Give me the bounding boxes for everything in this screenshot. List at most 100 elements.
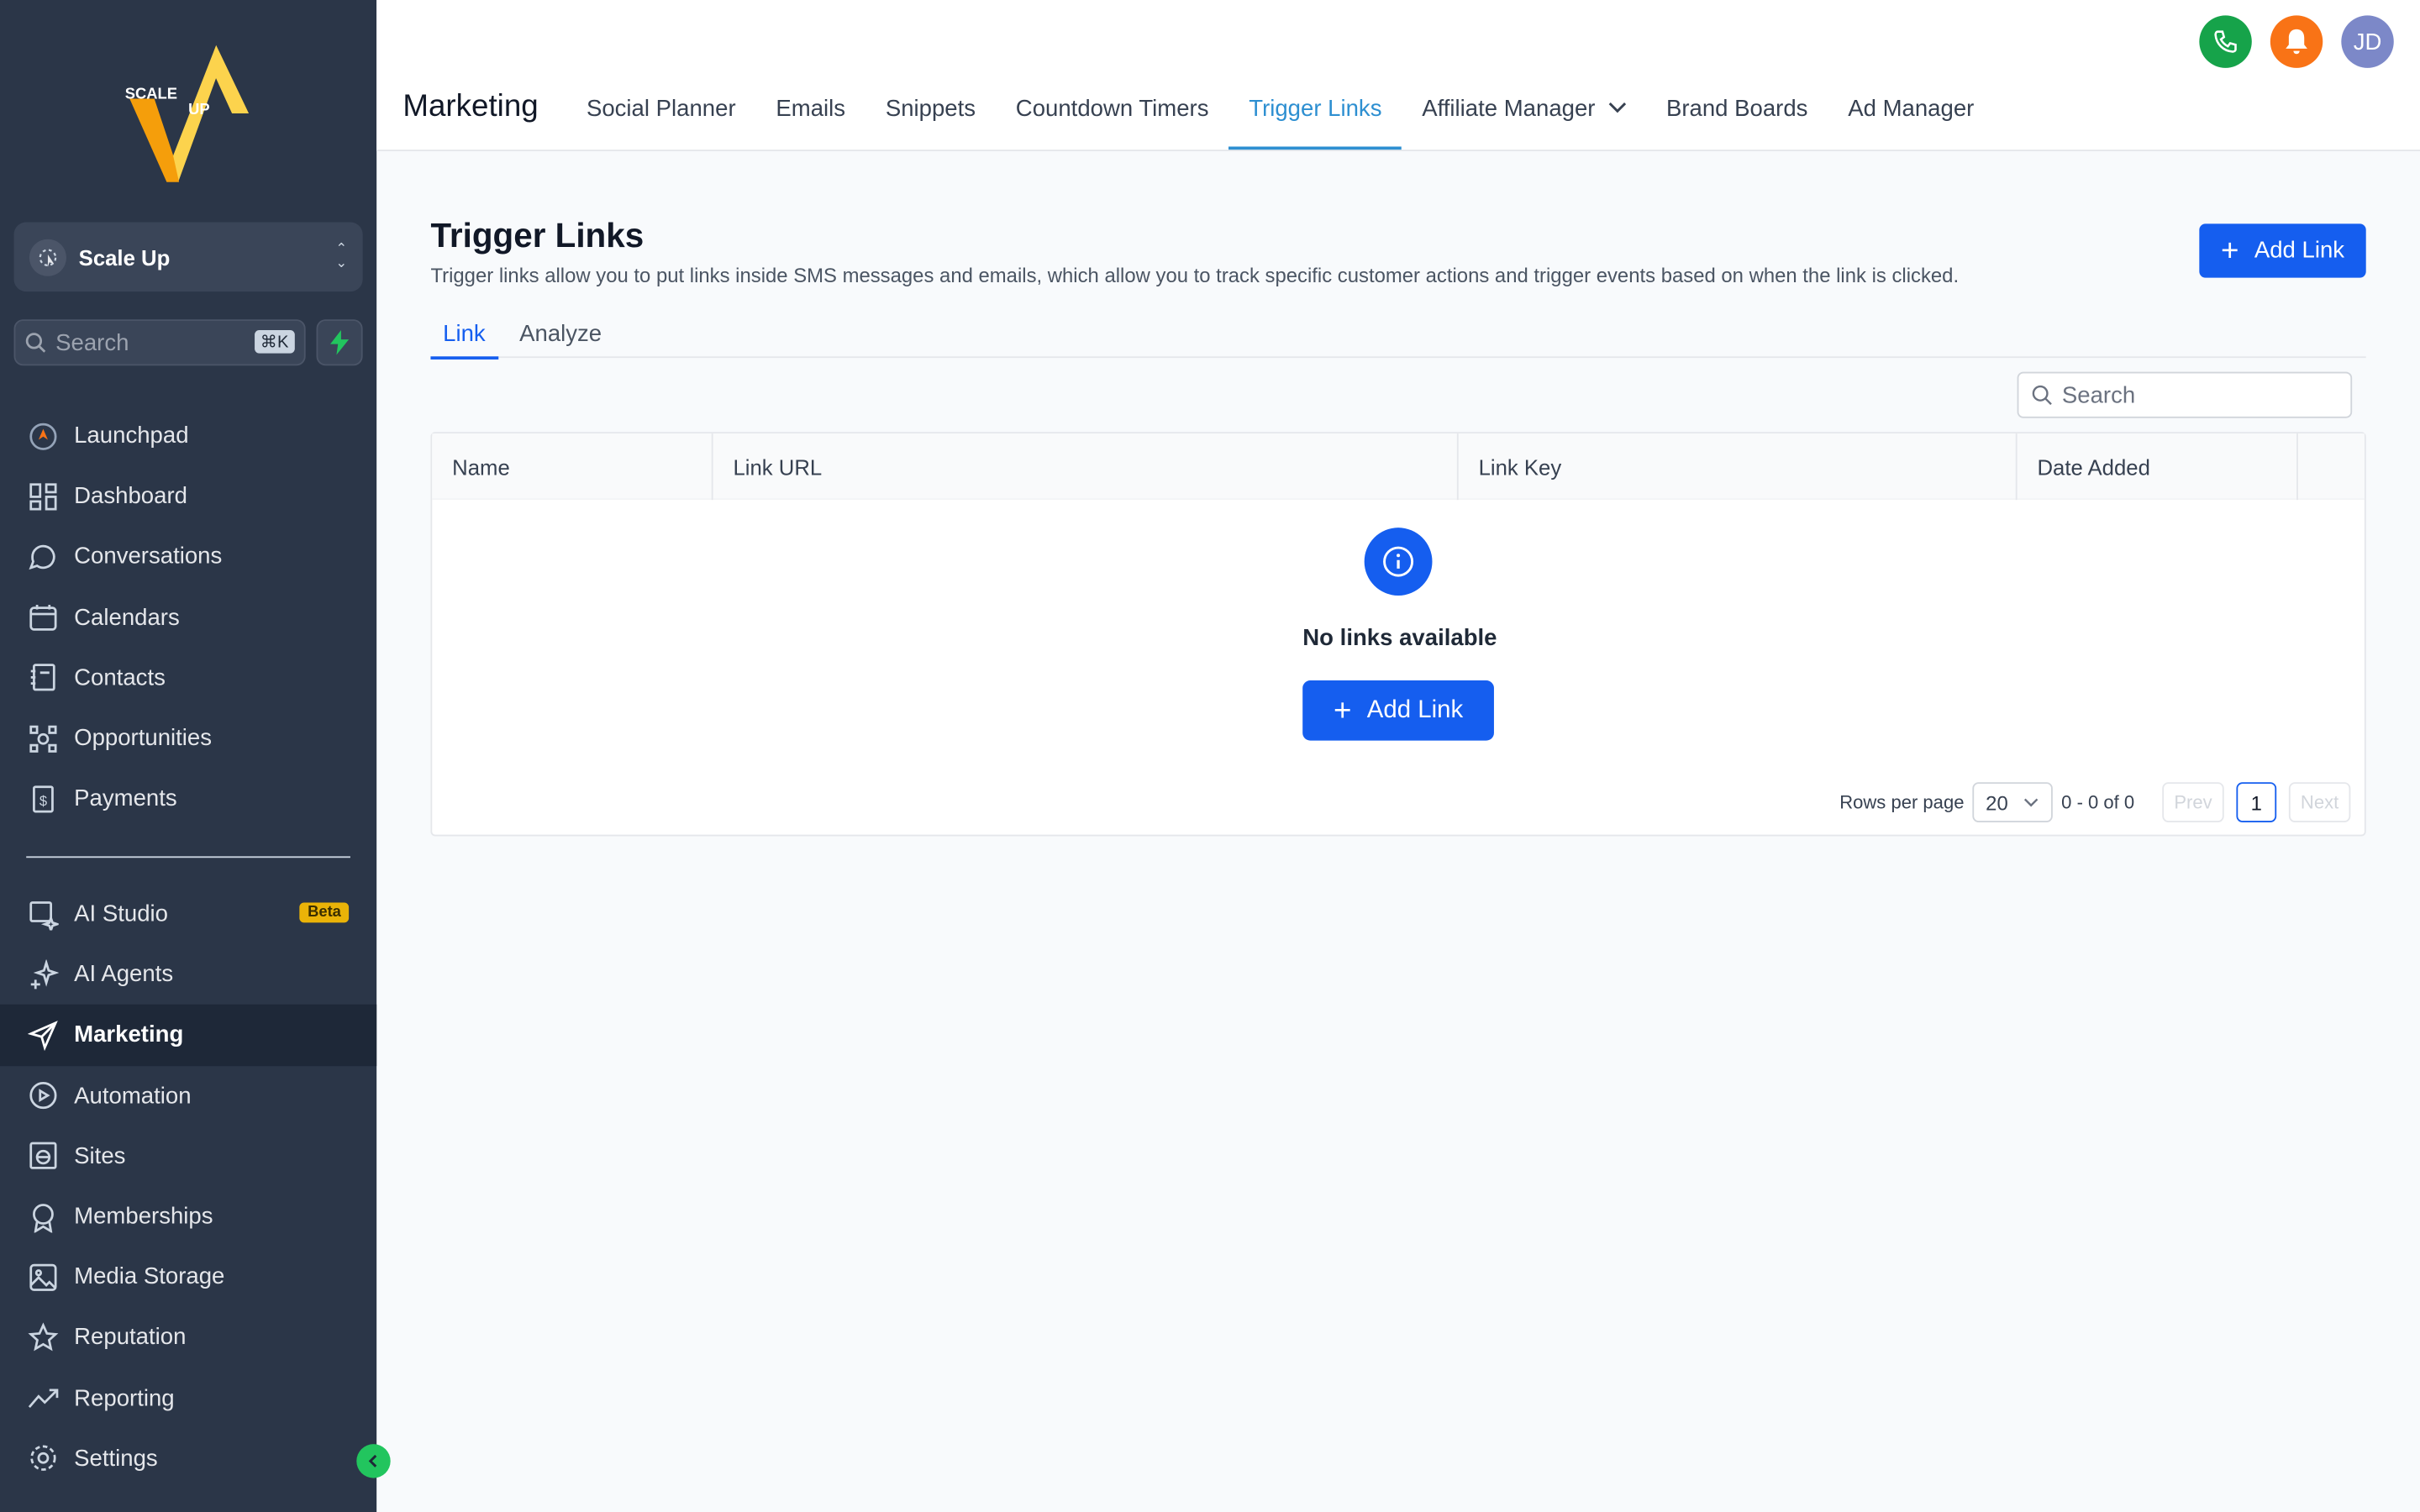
sidebar-item-label: Memberships (74, 1203, 213, 1230)
sidebar-item-label: Reputation (74, 1324, 187, 1351)
phone-button[interactable] (2199, 15, 2252, 68)
links-search-input[interactable]: Search (2017, 371, 2353, 418)
sidebar-item-launchpad[interactable]: Launchpad (0, 406, 376, 466)
chevron-left-icon (368, 1454, 377, 1467)
top-header: Marketing Social Planner Emails Snippets… (376, 0, 2420, 151)
sidebar-item-settings[interactable]: Settings (0, 1428, 376, 1488)
calendar-icon (28, 602, 59, 633)
page-title: Trigger Links (430, 216, 644, 255)
column-name[interactable]: Name (432, 433, 713, 501)
account-avatar-icon (29, 238, 66, 276)
sidebar-item-label: Media Storage (74, 1263, 225, 1290)
info-icon (1364, 528, 1433, 596)
prev-page-button[interactable]: Prev (2162, 782, 2224, 822)
section-title: Marketing (402, 89, 539, 123)
pagination: Rows per page 20 0 - 0 of 0 Prev 1 Next (1839, 782, 2351, 822)
tab-label: Trigger Links (1249, 95, 1382, 123)
sidebar-search-input[interactable]: Search ⌘K (13, 319, 306, 366)
automation-icon (28, 1080, 59, 1111)
rows-per-page-select[interactable]: 20 (1971, 782, 2053, 822)
button-label: Add Link (1366, 696, 1464, 723)
user-avatar[interactable]: JD (2341, 15, 2394, 68)
sidebar-item-conversations[interactable]: Conversations (0, 527, 376, 587)
sidebar-item-calendars[interactable]: Calendars (0, 587, 376, 648)
quick-actions-button[interactable] (316, 319, 363, 366)
chevron-down-icon (2023, 795, 2039, 810)
sidebar-item-media-storage[interactable]: Media Storage (0, 1247, 376, 1307)
sidebar-item-label: Payments (74, 785, 177, 812)
tab-analyze[interactable]: Analyze (507, 318, 613, 358)
sidebar-item-label: Contacts (74, 664, 166, 691)
tab-trigger-links[interactable]: Trigger Links (1228, 83, 1402, 151)
sidebar-item-label: Reporting (74, 1384, 175, 1411)
sidebar-item-ai-agents[interactable]: AI Agents (0, 944, 376, 1005)
sparkle-icon (28, 959, 59, 990)
brand-logo[interactable]: SCALE UP (120, 34, 253, 185)
notifications-button[interactable] (2270, 15, 2323, 68)
empty-add-link-button[interactable]: + Add Link (1302, 680, 1494, 741)
tab-ad-manager[interactable]: Ad Manager (1828, 83, 1994, 151)
add-link-button[interactable]: + Add Link (2199, 223, 2366, 278)
trend-icon (28, 1383, 59, 1414)
marketing-tabs: Social Planner Emails Snippets Countdown… (566, 83, 1994, 151)
pagination-range: 0 - 0 of 0 (2061, 791, 2135, 813)
search-placeholder: Search (2061, 381, 2136, 408)
tab-label: Social Planner (586, 95, 736, 123)
tab-brand-boards[interactable]: Brand Boards (1646, 83, 1828, 151)
view-tabs: Link Analyze (430, 318, 2366, 360)
plus-icon: + (2220, 234, 2239, 268)
collapse-sidebar-button[interactable] (356, 1444, 391, 1478)
sidebar-item-label: Automation (74, 1082, 192, 1109)
payments-icon: $ (28, 784, 59, 815)
sidebar-item-automation[interactable]: Automation (0, 1065, 376, 1126)
tab-label: Ad Manager (1848, 95, 1975, 123)
tab-snippets[interactable]: Snippets (865, 83, 996, 151)
page-description: Trigger links allow you to put links ins… (430, 264, 1960, 287)
account-switcher[interactable]: Scale Up ⌃ ⌄ (13, 222, 363, 292)
image-icon (28, 1262, 59, 1293)
sidebar-item-reporting[interactable]: Reporting (0, 1368, 376, 1428)
sidebar-item-contacts[interactable]: Contacts (0, 648, 376, 708)
sidebar-item-payments[interactable]: $ Payments (0, 769, 376, 829)
tab-link[interactable]: Link (430, 318, 497, 360)
column-date-added[interactable]: Date Added (2018, 433, 2298, 501)
lightning-icon (330, 330, 350, 355)
table-header: Name Link URL Link Key Date Added (432, 433, 2365, 501)
tab-emails[interactable]: Emails (756, 83, 865, 151)
sidebar-item-label: AI Agents (74, 961, 174, 989)
sidebar-divider (26, 856, 350, 858)
opportunities-icon (28, 723, 59, 754)
tab-label: Brand Boards (1665, 95, 1808, 123)
column-actions (2298, 433, 2365, 500)
sidebar-item-opportunities[interactable]: Opportunities (0, 708, 376, 769)
sidebar-item-dashboard[interactable]: Dashboard (0, 466, 376, 527)
star-icon (28, 1322, 59, 1353)
sidebar-item-label: Opportunities (74, 725, 213, 752)
bell-icon (2286, 29, 2307, 55)
chevron-down-icon (1607, 100, 1626, 118)
button-label: Add Link (2254, 237, 2345, 265)
sidebar-item-sites[interactable]: Sites (0, 1126, 376, 1186)
svg-text:SCALE: SCALE (125, 85, 177, 102)
search-icon (25, 333, 46, 353)
sidebar-search-placeholder: Search (55, 329, 129, 356)
sidebar-item-label: Launchpad (74, 423, 189, 449)
sidebar-item-ai-studio[interactable]: AI Studio Beta (0, 884, 376, 944)
tab-countdown-timers[interactable]: Countdown Timers (996, 83, 1228, 151)
tab-social-planner[interactable]: Social Planner (566, 83, 755, 151)
next-page-button[interactable]: Next (2288, 782, 2351, 822)
page-number-button[interactable]: 1 (2236, 782, 2277, 822)
rocket-icon (28, 421, 59, 452)
tab-affiliate-manager[interactable]: Affiliate Manager (1402, 83, 1646, 151)
column-link-url[interactable]: Link URL (713, 433, 1459, 501)
search-icon (2032, 385, 2052, 406)
column-link-key[interactable]: Link Key (1459, 433, 2018, 501)
tab-label: Emails (776, 95, 846, 123)
globe-icon (28, 1141, 59, 1172)
sidebar-item-marketing[interactable]: Marketing (0, 1005, 377, 1066)
sidebar-item-memberships[interactable]: Memberships (0, 1186, 376, 1247)
sidebar-item-reputation[interactable]: Reputation (0, 1307, 376, 1368)
rows-per-page-label: Rows per page (1839, 791, 1965, 813)
gear-icon (28, 1443, 59, 1474)
send-icon (28, 1020, 59, 1051)
